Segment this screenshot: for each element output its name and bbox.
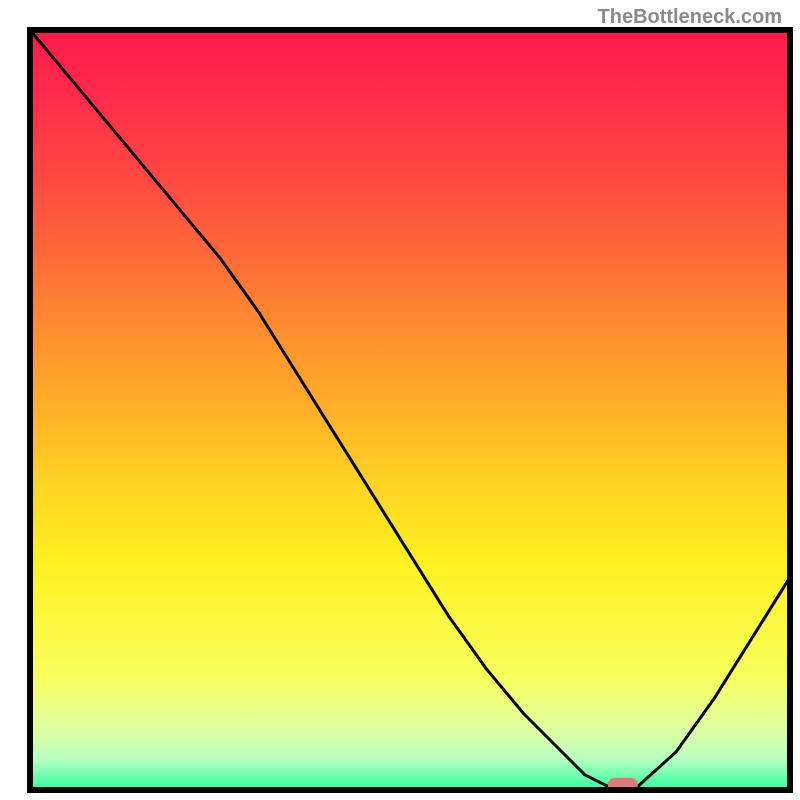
chart-container: TheBottleneck.com <box>0 0 800 800</box>
chart-background <box>30 30 790 790</box>
watermark-text: TheBottleneck.com <box>598 6 782 29</box>
chart-svg <box>0 0 800 800</box>
